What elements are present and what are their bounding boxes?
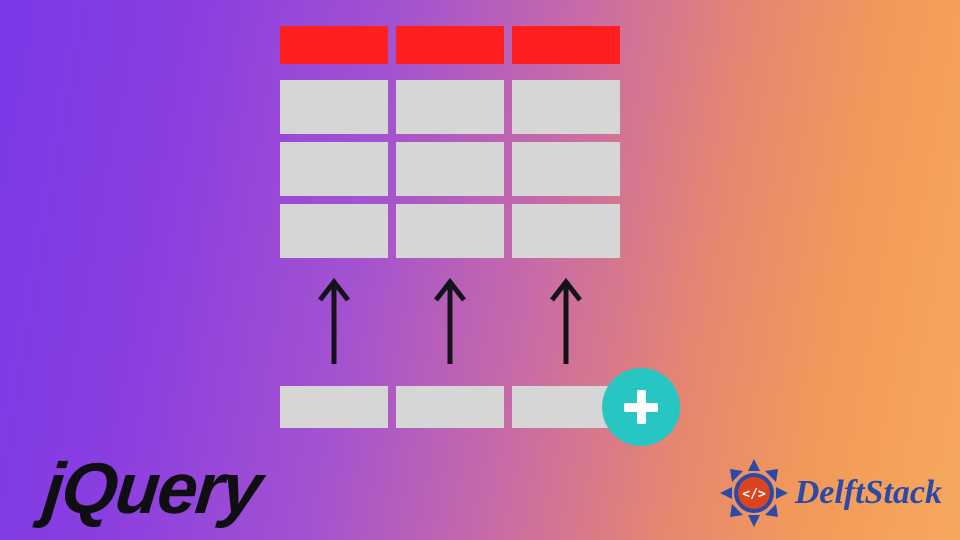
plus-icon xyxy=(637,390,646,424)
table-cell xyxy=(280,80,388,134)
new-row-cell xyxy=(396,386,504,428)
arrow-up-icon xyxy=(430,276,470,366)
new-row-cell xyxy=(280,386,388,428)
delftstack-emblem-icon: </> xyxy=(719,458,789,528)
table-cell xyxy=(396,142,504,196)
table-header-row xyxy=(280,26,620,64)
svg-text:</>: </> xyxy=(742,487,766,502)
header-cell xyxy=(280,26,388,64)
delftstack-text: DelftStack xyxy=(795,474,942,512)
table-cell xyxy=(280,204,388,258)
jquery-logo: jQuery xyxy=(40,448,265,530)
arrow-up-icon xyxy=(546,276,586,366)
table-cell xyxy=(280,142,388,196)
new-row xyxy=(280,386,620,428)
table-cell xyxy=(512,204,620,258)
header-cell xyxy=(512,26,620,64)
table-row xyxy=(280,142,620,196)
table-row xyxy=(280,80,620,134)
table-diagram xyxy=(280,26,620,266)
delftstack-logo: </> DelftStack xyxy=(719,458,942,528)
table-cell xyxy=(396,204,504,258)
table-cell xyxy=(512,142,620,196)
insert-arrows xyxy=(280,268,620,373)
table-row xyxy=(280,204,620,258)
table-cell xyxy=(396,80,504,134)
arrow-up-icon xyxy=(314,276,354,366)
add-row-badge xyxy=(602,368,680,446)
table-cell xyxy=(512,80,620,134)
header-cell xyxy=(396,26,504,64)
